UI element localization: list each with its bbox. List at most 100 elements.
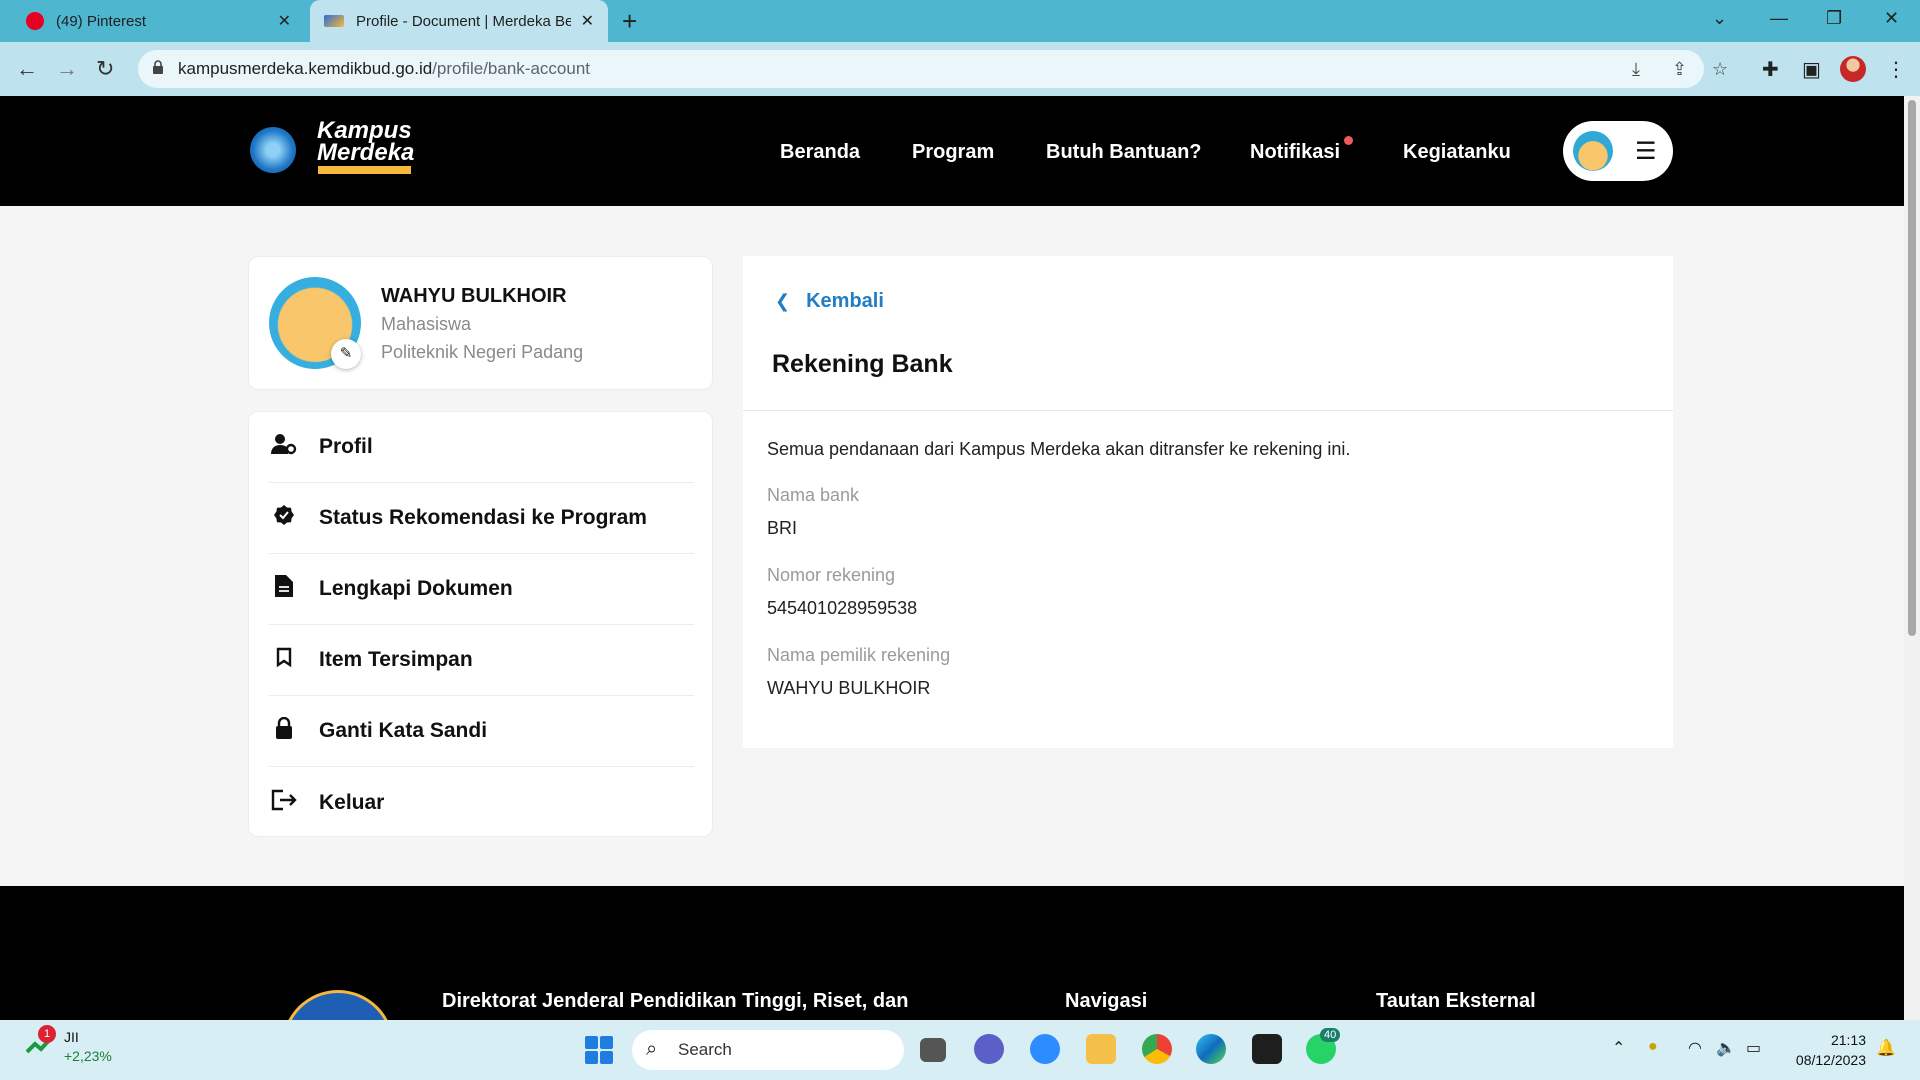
tab-profile-document[interactable]: Profile - Document | Merdeka Be ✕: [310, 0, 608, 42]
logout-icon: [269, 789, 299, 817]
zoom-icon[interactable]: [1030, 1034, 1060, 1064]
tab-title: Profile - Document | Merdeka Be: [356, 12, 571, 30]
sidebar-item-profil[interactable]: Profil: [269, 412, 694, 483]
scrollbar-thumb[interactable]: [1908, 100, 1916, 636]
verified-badge-icon: [269, 504, 299, 532]
notification-count-badge: 1: [38, 1025, 56, 1043]
tab-search-chevron-icon[interactable]: ⌄: [1712, 8, 1727, 29]
nav-program[interactable]: Program: [912, 141, 994, 164]
battery-icon[interactable]: ▭: [1746, 1038, 1761, 1058]
site-header: Kampus Merdeka Beranda Program Butuh Ban…: [0, 96, 1904, 206]
sidebar-item-label: Lengkapi Dokumen: [319, 577, 513, 600]
side-panel-icon[interactable]: ▣: [1802, 57, 1821, 82]
hamburger-menu-icon: ☰: [1635, 138, 1657, 165]
sidebar-item-ganti-kata-sandi[interactable]: Ganti Kata Sandi: [269, 696, 694, 767]
system-clock[interactable]: 21:13 08/12/2023: [1780, 1030, 1866, 1070]
share-icon[interactable]: ⇪: [1672, 59, 1687, 80]
account-holder-value: WAHYU BULKHOIR: [767, 678, 931, 698]
edit-pencil-icon[interactable]: ✎: [331, 339, 361, 369]
sidebar-item-status-rekomendasi[interactable]: Status Rekomendasi ke Program: [269, 483, 694, 554]
chrome-icon[interactable]: [1142, 1034, 1172, 1064]
task-view-icon[interactable]: [920, 1038, 946, 1062]
bank-name-value: BRI: [767, 518, 798, 538]
intro-text: Semua pendanaan dari Kampus Merdeka akan…: [767, 439, 1351, 459]
wifi-icon[interactable]: ◠: [1688, 1038, 1702, 1058]
nav-notifikasi[interactable]: Notifikasi: [1250, 141, 1340, 164]
extensions-puzzle-icon[interactable]: ✚: [1762, 57, 1779, 82]
kemdikbud-emblem-logo[interactable]: [250, 127, 296, 173]
more-menu-icon[interactable]: ⋮: [1886, 57, 1906, 82]
sidebar-item-label: Keluar: [319, 790, 385, 814]
footer-org-name: Direktorat Jenderal Pendidikan Tinggi, R…: [442, 990, 909, 1012]
taskbar-search-input[interactable]: ⌕ Search: [632, 1030, 904, 1070]
minimize-icon[interactable]: —: [1770, 8, 1788, 29]
new-tab-button[interactable]: +: [622, 6, 637, 37]
page-title: Rekening Bank: [772, 350, 953, 378]
close-tab-icon[interactable]: ✕: [278, 11, 291, 31]
edge-icon[interactable]: [1196, 1034, 1226, 1064]
forward-arrow-icon[interactable]: →: [56, 56, 78, 82]
close-window-icon[interactable]: ✕: [1884, 8, 1899, 29]
sidebar-item-label: Item Tersimpan: [319, 648, 473, 671]
kampus-merdeka-favicon: [324, 15, 344, 27]
sidebar-item-label: Status Rekomendasi ke Program: [319, 506, 647, 529]
avatar: [1573, 131, 1613, 171]
figma-icon[interactable]: [1252, 1034, 1282, 1064]
sidebar-item-lengkapi-dokumen[interactable]: Lengkapi Dokumen: [269, 554, 694, 625]
stock-widget[interactable]: 1 JII +2,23%: [26, 1025, 112, 1066]
profile-institution: Politeknik Negeri Padang: [381, 342, 584, 362]
close-tab-icon[interactable]: ✕: [581, 11, 594, 31]
nav-beranda[interactable]: Beranda: [780, 141, 860, 164]
document-icon: [269, 575, 299, 603]
restore-icon[interactable]: ❐: [1826, 8, 1842, 29]
show-hidden-icons-chevron-icon[interactable]: ⌃: [1612, 1038, 1625, 1058]
sidebar-item-item-tersimpan[interactable]: Item Tersimpan: [269, 625, 694, 696]
clock-time: 21:13: [1830, 1032, 1866, 1048]
tab-pinterest[interactable]: (49) Pinterest ✕: [0, 0, 305, 42]
stock-change: +2,23%: [64, 1048, 112, 1064]
logo-ribbon: [318, 166, 411, 174]
sidebar-item-keluar[interactable]: Keluar: [269, 767, 694, 838]
file-explorer-icon[interactable]: [1086, 1034, 1116, 1064]
user-gear-icon: [269, 432, 299, 462]
profile-role: Mahasiswa: [381, 314, 472, 334]
kampus-merdeka-logo[interactable]: Kampus Merdeka: [317, 119, 415, 166]
back-arrow-icon[interactable]: ←: [16, 56, 38, 82]
back-label: Kembali: [806, 290, 884, 312]
notification-bell-icon[interactable]: 🔔: [1876, 1038, 1896, 1058]
sidebar-item-label: Profil: [319, 435, 373, 458]
account-number-label: Nomor rekening: [767, 565, 896, 585]
chevron-left-icon: ❮: [775, 291, 791, 311]
account-holder-label: Nama pemilik rekening: [767, 645, 951, 665]
footer-nav-heading: Navigasi: [1065, 990, 1148, 1012]
url-path: /profile/bank-account: [432, 59, 591, 78]
nav-kegiatanku[interactable]: Kegiatanku: [1403, 141, 1511, 164]
user-menu-button[interactable]: ☰: [1563, 121, 1673, 181]
clock-date: 08/12/2023: [1795, 1052, 1866, 1068]
windows-start-icon[interactable]: [585, 1036, 613, 1064]
reload-icon[interactable]: ↻: [96, 56, 114, 82]
profile-name: WAHYU BULKHOIR: [381, 285, 567, 307]
browser-profile-avatar[interactable]: [1840, 56, 1866, 82]
search-icon: ⌕: [646, 1038, 658, 1060]
divider: [743, 410, 1673, 411]
windows-taskbar: 1 JII +2,23% ⌕ Search 40 ⌃ ● ◠ 🔈 ▭ 21:13…: [0, 1020, 1920, 1080]
address-bar[interactable]: kampusmerdeka.kemdikbud.go.id/profile/ba…: [138, 50, 1704, 88]
tray-app-icon[interactable]: ●: [1648, 1038, 1658, 1056]
lock-icon: [153, 60, 163, 74]
logo-line-2: Merdeka: [317, 139, 415, 166]
search-label: Search: [678, 1040, 732, 1059]
bookmark-star-icon[interactable]: ☆: [1712, 59, 1728, 80]
nav-butuh-bantuan[interactable]: Butuh Bantuan?: [1046, 141, 1202, 164]
volume-icon[interactable]: 🔈: [1716, 1038, 1736, 1058]
lock-icon: [269, 716, 299, 745]
notification-dot: [1344, 136, 1353, 145]
bank-account-card: ❮ Kembali Rekening Bank Semua pendanaan …: [743, 256, 1673, 748]
sidebar-menu: Profil Status Rekomendasi ke Program Len…: [248, 411, 713, 837]
footer-external-links-heading: Tautan Eksternal: [1376, 990, 1536, 1012]
back-button[interactable]: ❮ Kembali: [775, 290, 884, 313]
teams-chat-icon[interactable]: [974, 1034, 1004, 1064]
stock-name: JII: [64, 1029, 79, 1045]
install-icon[interactable]: ⤓: [1632, 59, 1640, 80]
tab-title: (49) Pinterest: [56, 12, 147, 30]
